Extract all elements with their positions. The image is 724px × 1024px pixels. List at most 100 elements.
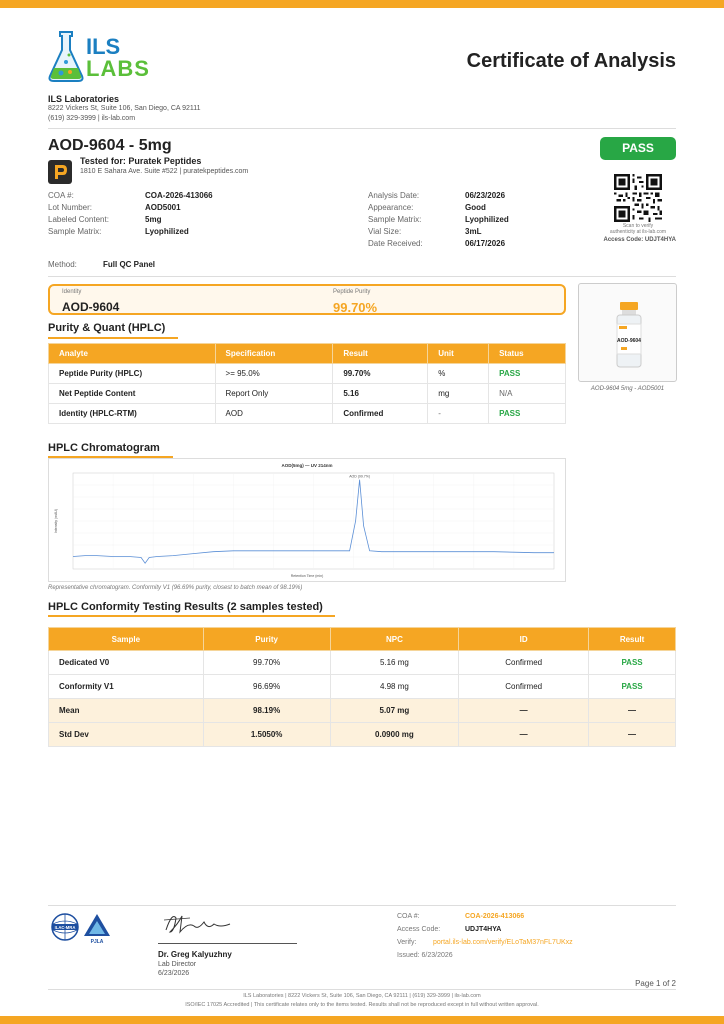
table-cell: Confirmed [458, 650, 590, 675]
table-cell: — [458, 722, 590, 747]
identity-label: Identity [62, 289, 82, 295]
chromatogram-svg: AOD(5mg) — UV 214nm AOD (99.7%) Retentio… [54, 463, 555, 578]
status-cell: PASS [588, 650, 676, 675]
top-accent-bar [0, 0, 724, 8]
section-title-conformity: HPLC Conformity Testing Results (2 sampl… [48, 601, 323, 613]
column-header: Status [488, 343, 566, 364]
table-cell: 0.0900 mg [329, 722, 460, 747]
table-row: Mean 98.19% 5.07 mg — — [48, 698, 676, 723]
divider [48, 276, 676, 277]
ilac-mra-logo: ILAC-MRA [50, 912, 80, 942]
section-underline [48, 615, 335, 617]
signature [160, 908, 240, 938]
status-cell: N/A [488, 383, 566, 404]
table-cell: Conformity V1 [48, 674, 204, 699]
divider [48, 128, 676, 129]
column-header: Sample [48, 627, 204, 651]
bottom-accent-bar [0, 1016, 724, 1024]
lab-name: ILS Laboratories [48, 94, 120, 104]
table-cell: — [588, 722, 676, 747]
vial-label: AOD-9604 [617, 338, 641, 344]
table-row: Identity (HPLC-RTM) AOD Confirmed - PASS [48, 403, 566, 424]
identity-value: AOD-9604 [62, 300, 120, 314]
table-row: Conformity V1 96.69% 4.98 mg Confirmed P… [48, 674, 676, 699]
purity-label: Peptide Purity [333, 289, 371, 295]
purity-table: Analyte Specification Result Unit Status… [48, 343, 566, 424]
ils-labs-logo: ILS LABS [46, 28, 160, 84]
method-value: Full QC Panel [103, 260, 156, 269]
photo-caption: AOD-9604 5mg - AOD5001 [590, 386, 665, 392]
lab-contact: (619) 329-3999 | ils-lab.com [48, 115, 136, 122]
table-row: Net Peptide Content Report Only 5.16 mg … [48, 383, 566, 404]
product-name: AOD-9604 - 5mg [48, 137, 172, 154]
table-cell: Net Peptide Content [48, 383, 216, 404]
table-cell: Std Dev [48, 722, 204, 747]
svg-text:ILAC-MRA: ILAC-MRA [55, 925, 76, 930]
table-cell: Report Only [214, 383, 334, 404]
table-cell: 96.69% [202, 674, 331, 699]
divider [48, 905, 676, 906]
signer-title: Lab Director [158, 961, 197, 968]
column-header: Unit [427, 343, 490, 364]
footer-verify: Verify: portal.ils-lab.com/verify/ELoTaM3… [397, 939, 573, 946]
table-cell: % [427, 363, 490, 384]
tested-for: Tested for: Puratek Peptides [80, 156, 202, 166]
lab-address: 8222 Vickers St, Suite 106, San Diego, C… [48, 105, 201, 112]
purity-value: 99.70% [333, 300, 378, 315]
method-label: Method: [48, 260, 77, 269]
svg-text:PJLA: PJLA [91, 939, 104, 945]
divider [48, 989, 676, 990]
column-header: NPC [329, 627, 460, 651]
signer-name: Dr. Greg Kalyuzhny [158, 950, 232, 959]
table-cell: Dedicated V0 [48, 650, 204, 675]
table-cell: 1.5050% [202, 722, 331, 747]
pjla-logo: PJLA [82, 912, 112, 952]
table-cell: 5.07 mg [329, 698, 460, 723]
table-cell: Mean [48, 698, 204, 723]
status-cell: PASS [488, 363, 566, 384]
qr-caption-2: authenticity at ils-lab.com [609, 229, 667, 235]
x-axis-label: Retention Time (min) [291, 574, 323, 578]
qr-code[interactable] [614, 174, 662, 222]
chart-caption: Representative chromatogram. Conformity … [48, 585, 303, 591]
page-number: Page 1 of 2 [635, 979, 676, 988]
column-header: Analyte [48, 343, 216, 364]
column-header: Result [332, 343, 429, 364]
table-cell: 99.70% [332, 363, 429, 384]
verify-link[interactable]: portal.ils-lab.com/verify/ELoTaM37nFL7UK… [433, 939, 573, 946]
footer-access: Access Code: UDJT4HYA [397, 926, 502, 933]
table-cell: >= 95.0% [214, 363, 334, 384]
summary-highlight: Identity AOD-9604 Peptide Purity 99.70% [48, 284, 566, 315]
table-row: Dedicated V0 99.70% 5.16 mg Confirmed PA… [48, 650, 676, 675]
chart-grid [72, 472, 555, 570]
column-header: Purity [202, 627, 331, 651]
table-cell: - [427, 403, 490, 424]
y-axis-label: Intensity (mAU) [54, 509, 58, 533]
chart-title: AOD(5mg) — UV 214nm [281, 463, 332, 468]
table-cell: Identity (HPLC-RTM) [48, 403, 216, 424]
table-cell: 99.70% [202, 650, 331, 675]
table-cell: AOD [214, 403, 334, 424]
chromatogram-chart: AOD(5mg) — UV 214nm AOD (99.7%) Retentio… [48, 458, 566, 582]
logo-text-labs: LABS [86, 56, 150, 81]
table-cell: mg [427, 383, 490, 404]
table-row: Std Dev 1.5050% 0.0900 mg — — [48, 722, 676, 747]
table-header-row: Sample Purity NPC ID Result [48, 627, 676, 651]
footer-issued: Issued: 6/23/2026 [397, 952, 453, 959]
table-row: Peptide Purity (HPLC) >= 95.0% 99.70% % … [48, 363, 566, 384]
page-title: Certificate of Analysis [466, 50, 676, 72]
client-address: 1810 E Sahara Ave. Suite #522 | puratekp… [80, 168, 249, 175]
table-cell: 4.98 mg [329, 674, 460, 699]
flask-icon [48, 31, 84, 82]
signature-line [158, 943, 297, 944]
table-header-row: Analyte Specification Result Unit Status [48, 343, 566, 364]
table-cell: Peptide Purity (HPLC) [48, 363, 216, 384]
column-header: Specification [214, 343, 334, 364]
column-header: ID [458, 627, 590, 651]
product-photo: AOD-9604 [578, 283, 677, 382]
table-cell: 5.16 [332, 383, 429, 404]
column-header: Result [588, 627, 676, 651]
footer-coa: COA #: COA-2026-413066 [397, 913, 525, 920]
table-cell: 98.19% [202, 698, 331, 723]
status-badge: PASS [600, 137, 676, 160]
